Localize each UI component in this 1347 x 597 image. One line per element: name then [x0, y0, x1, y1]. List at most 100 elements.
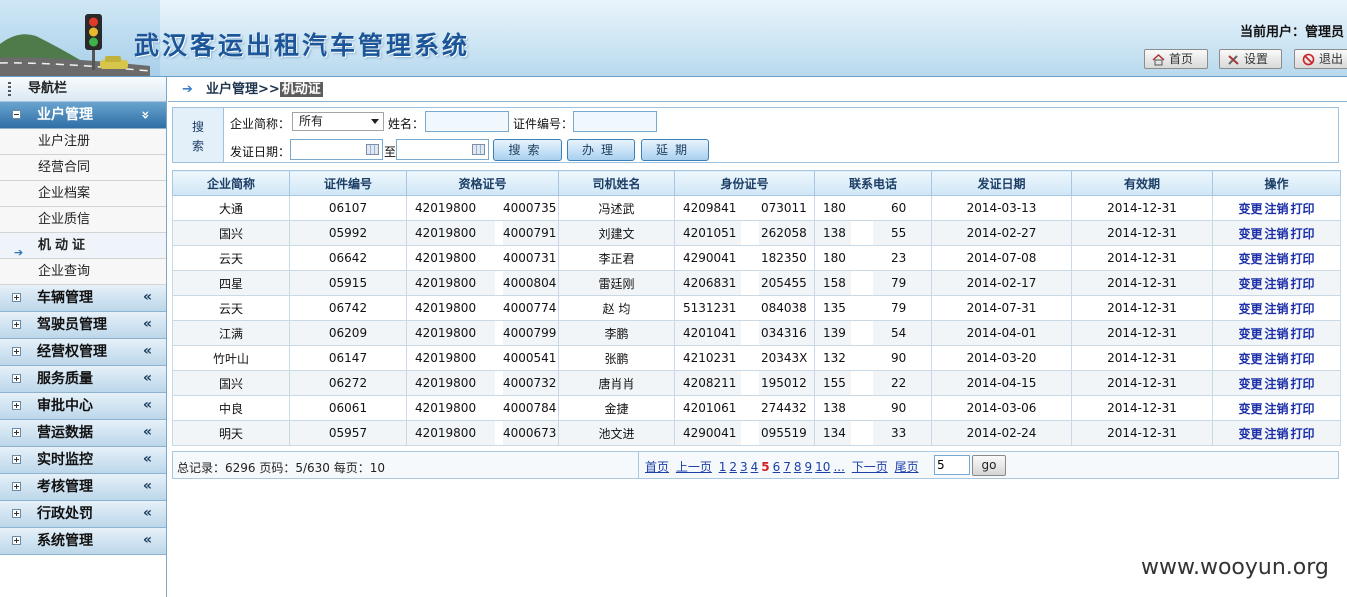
- actions-cell: 变更 注销 打印: [1212, 370, 1341, 396]
- sidebar-group-monitor[interactable]: 实时监控 «: [0, 447, 166, 474]
- change-link[interactable]: 变更: [1238, 377, 1262, 391]
- col-header[interactable]: 证件编号: [289, 170, 407, 196]
- page-link[interactable]: 3: [740, 460, 748, 474]
- print-link[interactable]: 打印: [1291, 402, 1315, 416]
- page-link[interactable]: 8: [794, 460, 802, 474]
- sidebar-item-query[interactable]: 企业查询: [0, 259, 166, 285]
- table-row[interactable]: 竹叶山 06147 42019800 4000541 张鹏 4210231 20343X 13…: [172, 345, 1341, 371]
- name-input[interactable]: [425, 111, 509, 132]
- company-cell: 云天: [172, 245, 290, 271]
- sidebar-group-approval[interactable]: 审批中心 «: [0, 393, 166, 420]
- settings-button[interactable]: 设置: [1219, 49, 1282, 69]
- date-from-input[interactable]: [290, 139, 383, 160]
- page-number-input[interactable]: [934, 455, 970, 475]
- sidebar-item-register[interactable]: 业户注册: [0, 129, 166, 155]
- cancel-link[interactable]: 注销: [1264, 402, 1288, 416]
- company-select[interactable]: 所有: [292, 112, 384, 131]
- calendar-icon[interactable]: [366, 144, 379, 155]
- col-header[interactable]: 操作: [1212, 170, 1341, 196]
- sidebar-group-assessment[interactable]: 考核管理 «: [0, 474, 166, 501]
- change-link[interactable]: 变更: [1238, 252, 1262, 266]
- sidebar-group-system[interactable]: 系统管理 «: [0, 528, 166, 555]
- handle-button[interactable]: 办理: [567, 139, 635, 161]
- cancel-link[interactable]: 注销: [1264, 227, 1288, 241]
- page-link[interactable]: 7: [783, 460, 791, 474]
- date-to-input[interactable]: [396, 139, 489, 160]
- sidebar-group-business[interactable]: 业户管理 «: [0, 102, 166, 129]
- sidebar-group-penalty[interactable]: 行政处罚 «: [0, 501, 166, 528]
- change-link[interactable]: 变更: [1238, 277, 1262, 291]
- page-link[interactable]: 10: [815, 460, 830, 474]
- page-link[interactable]: 9: [805, 460, 813, 474]
- table-row[interactable]: 国兴 06272 42019800 4000732 唐肖肖 4208211 195012 15…: [172, 370, 1341, 396]
- home-button[interactable]: 首页: [1144, 49, 1208, 69]
- print-link[interactable]: 打印: [1291, 377, 1315, 391]
- sidebar-group-drivers[interactable]: 驾驶员管理 «: [0, 312, 166, 339]
- calendar-icon[interactable]: [472, 144, 485, 155]
- cancel-link[interactable]: 注销: [1264, 252, 1288, 266]
- more-pages-link[interactable]: ...: [833, 460, 844, 474]
- sidebar-item-archive[interactable]: 企业档案: [0, 181, 166, 207]
- sidebar-item-vehicle-permit[interactable]: ➔ 机动证: [0, 233, 166, 259]
- page-link[interactable]: 4: [751, 460, 759, 474]
- cancel-link[interactable]: 注销: [1264, 352, 1288, 366]
- breadcrumb-parent[interactable]: 业户管理>>: [206, 82, 280, 97]
- first-page-link[interactable]: 首页: [645, 460, 669, 474]
- sidebar-group-rights[interactable]: 经营权管理 «: [0, 339, 166, 366]
- cancel-link[interactable]: 注销: [1264, 377, 1288, 391]
- sidebar-group-service[interactable]: 服务质量 «: [0, 366, 166, 393]
- change-link[interactable]: 变更: [1238, 352, 1262, 366]
- table-row[interactable]: 云天 06742 42019800 4000774 赵 均 5131231 084038 13…: [172, 295, 1341, 321]
- sidebar-item-contract[interactable]: 经营合同: [0, 155, 166, 181]
- cancel-link[interactable]: 注销: [1264, 327, 1288, 341]
- cancel-link[interactable]: 注销: [1264, 277, 1288, 291]
- col-header[interactable]: 司机姓名: [558, 170, 675, 196]
- col-header[interactable]: 联系电话: [814, 170, 932, 196]
- print-link[interactable]: 打印: [1291, 302, 1315, 316]
- change-link[interactable]: 变更: [1238, 302, 1262, 316]
- change-link[interactable]: 变更: [1238, 327, 1262, 341]
- change-link[interactable]: 变更: [1238, 227, 1262, 241]
- table-row[interactable]: 云天 06642 42019800 4000731 李正君 4290041 182350 18…: [172, 245, 1341, 271]
- table-row[interactable]: 四星 05915 42019800 4000804 雷廷刚 4206831 205455 15…: [172, 270, 1341, 296]
- change-link[interactable]: 变更: [1238, 202, 1262, 216]
- print-link[interactable]: 打印: [1291, 427, 1315, 441]
- page-link[interactable]: 1: [719, 460, 727, 474]
- cancel-link[interactable]: 注销: [1264, 202, 1288, 216]
- table-row[interactable]: 大通 06107 42019800 4000735 冯述武 4209841 073011 18…: [172, 195, 1341, 221]
- print-link[interactable]: 打印: [1291, 352, 1315, 366]
- page-link[interactable]: 6: [773, 460, 781, 474]
- table-row[interactable]: 明天 05957 42019800 4000673 池文进 4290041 095519 13…: [172, 420, 1341, 446]
- table-row[interactable]: 国兴 05992 42019800 4000791 刘建文 4201051 262058 13…: [172, 220, 1341, 246]
- search-button[interactable]: 搜索: [493, 139, 562, 161]
- col-header[interactable]: 发证日期: [931, 170, 1072, 196]
- last-page-link[interactable]: 尾页: [895, 460, 919, 474]
- actions-cell: 变更 注销 打印: [1212, 270, 1341, 296]
- col-header[interactable]: 资格证号: [406, 170, 559, 196]
- change-link[interactable]: 变更: [1238, 427, 1262, 441]
- print-link[interactable]: 打印: [1291, 202, 1315, 216]
- table-row[interactable]: 中良 06061 42019800 4000784 金捷 4201061 274432 138…: [172, 395, 1341, 421]
- next-page-link[interactable]: 下一页: [852, 460, 888, 474]
- go-button[interactable]: go: [972, 455, 1006, 476]
- print-link[interactable]: 打印: [1291, 252, 1315, 266]
- col-header[interactable]: 有效期: [1071, 170, 1213, 196]
- extend-button[interactable]: 延期: [641, 139, 709, 161]
- cancel-link[interactable]: 注销: [1264, 427, 1288, 441]
- table-row[interactable]: 江满 06209 42019800 4000799 李鹏 4201041 034316 139…: [172, 320, 1341, 346]
- col-header[interactable]: 企业简称: [172, 170, 290, 196]
- qualification-part: 4000774: [503, 301, 557, 315]
- sidebar-item-credit[interactable]: 企业质信: [0, 207, 166, 233]
- sidebar-group-operations[interactable]: 营运数据 «: [0, 420, 166, 447]
- change-link[interactable]: 变更: [1238, 402, 1262, 416]
- prev-page-link[interactable]: 上一页: [676, 460, 712, 474]
- cert-input[interactable]: [573, 111, 657, 132]
- print-link[interactable]: 打印: [1291, 227, 1315, 241]
- cancel-link[interactable]: 注销: [1264, 302, 1288, 316]
- sidebar-group-vehicles[interactable]: 车辆管理 «: [0, 285, 166, 312]
- col-header[interactable]: 身份证号: [674, 170, 815, 196]
- page-link[interactable]: 2: [729, 460, 737, 474]
- logout-button[interactable]: 退出: [1294, 49, 1347, 69]
- print-link[interactable]: 打印: [1291, 277, 1315, 291]
- print-link[interactable]: 打印: [1291, 327, 1315, 341]
